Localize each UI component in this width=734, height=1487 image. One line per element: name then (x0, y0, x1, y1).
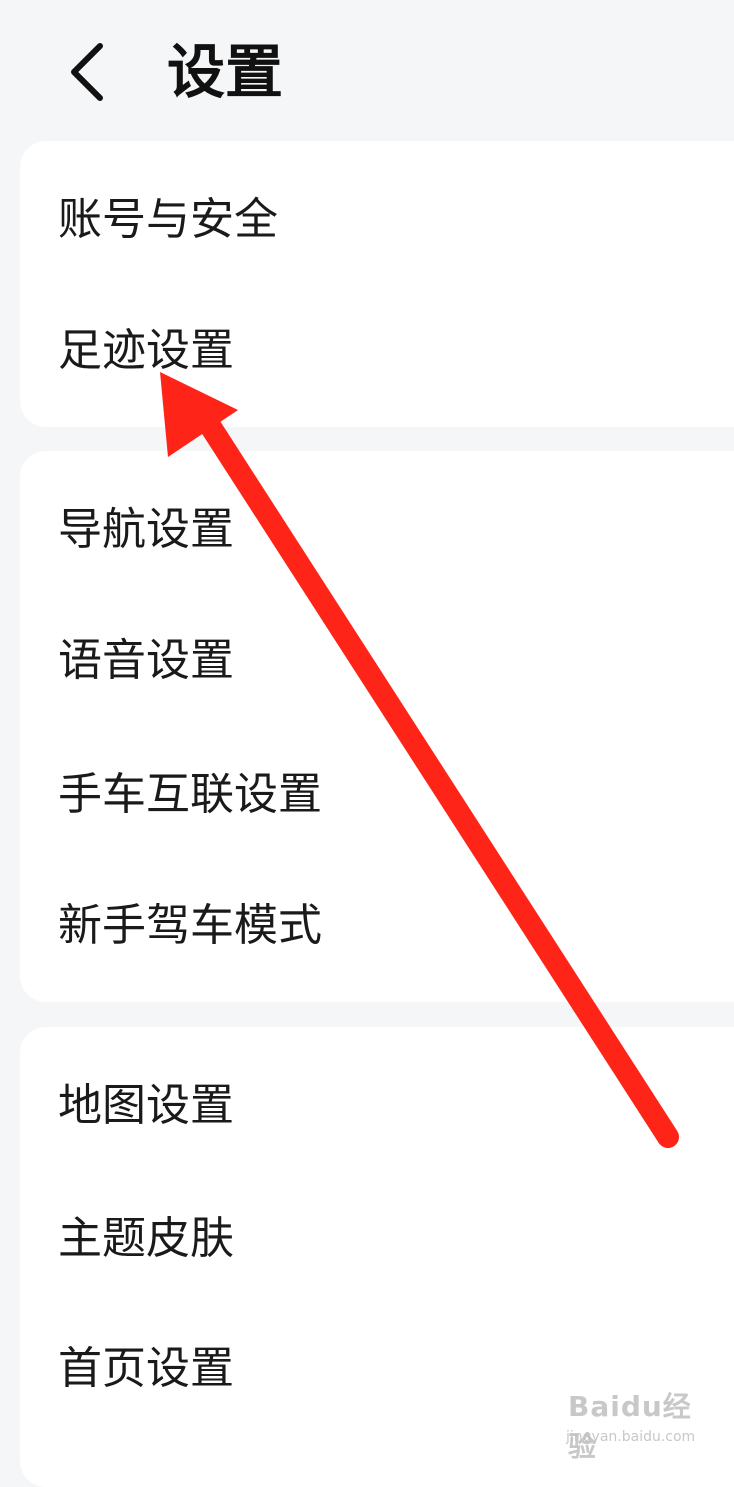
settings-item-voice[interactable]: 语音设置 (20, 606, 734, 716)
settings-item-label: 地图设置 (58, 1080, 234, 1131)
settings-item-label: 账号与安全 (58, 194, 278, 245)
settings-item-map[interactable]: 地图设置 (20, 1051, 734, 1161)
back-button[interactable] (52, 32, 132, 112)
settings-group-driving: 导航设置 语音设置 手车互联设置 新手驾车模式 (20, 451, 734, 1002)
chevron-left-icon (71, 43, 103, 101)
settings-item-account-security[interactable]: 账号与安全 (20, 165, 734, 275)
page-title: 设置 (167, 38, 284, 106)
settings-group-account: 账号与安全 足迹设置 (20, 141, 734, 427)
watermark: Baidu经验 jingyan.baidu.com (560, 1385, 720, 1463)
settings-item-label: 语音设置 (58, 635, 234, 686)
settings-item-label: 足迹设置 (58, 325, 234, 376)
settings-item-navigation[interactable]: 导航设置 (20, 475, 734, 585)
settings-item-label: 新手驾车模式 (58, 900, 322, 951)
settings-item-phone-car-link[interactable]: 手车互联设置 (20, 740, 734, 850)
settings-item-label: 手车互联设置 (58, 769, 322, 820)
settings-item-footprint[interactable]: 足迹设置 (20, 296, 734, 406)
watermark-url: jingyan.baidu.com (566, 1429, 696, 1445)
header: 设置 (0, 0, 734, 140)
settings-item-theme[interactable]: 主题皮肤 (20, 1184, 734, 1294)
settings-item-label: 主题皮肤 (58, 1213, 234, 1264)
watermark-brand: Baidu经验 (568, 1390, 692, 1463)
settings-item-label: 导航设置 (58, 504, 234, 555)
settings-item-novice-mode[interactable]: 新手驾车模式 (20, 871, 734, 981)
settings-item-label: 首页设置 (58, 1343, 234, 1394)
